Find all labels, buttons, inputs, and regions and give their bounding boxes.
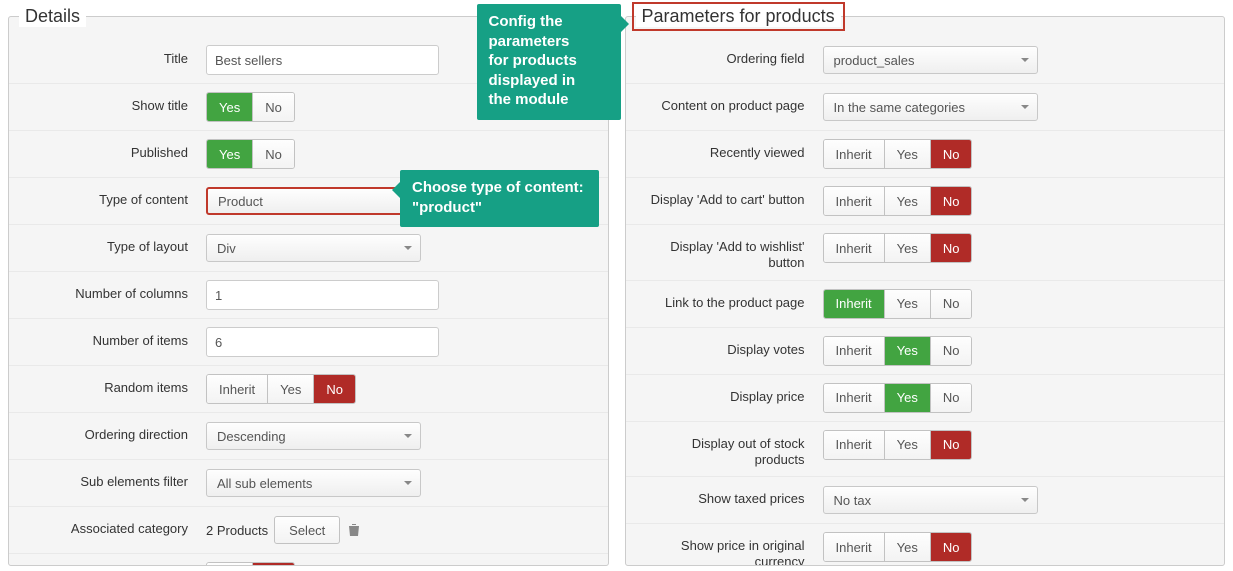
assoc-cat-label: Associated category: [23, 515, 206, 537]
oc-yes[interactable]: Yes: [884, 533, 930, 561]
lp-yes[interactable]: Yes: [884, 290, 930, 318]
dp-no[interactable]: No: [930, 384, 972, 412]
show-title-label: Show title: [23, 92, 206, 114]
ordering-dir-value: Descending: [217, 429, 286, 444]
published-label: Published: [23, 139, 206, 161]
link-product-toggle[interactable]: Inherit Yes No: [823, 289, 973, 319]
rv-no[interactable]: No: [930, 140, 972, 168]
num-columns-label: Number of columns: [23, 280, 206, 302]
random-inherit[interactable]: Inherit: [207, 375, 267, 403]
details-column: Details Title Show title Yes No: [0, 0, 617, 571]
dv-no[interactable]: No: [930, 337, 972, 365]
type-layout-label: Type of layout: [23, 233, 206, 255]
atw-no[interactable]: No: [930, 234, 972, 262]
display-votes-toggle[interactable]: Inherit Yes No: [823, 336, 973, 366]
atw-yes[interactable]: Yes: [884, 234, 930, 262]
oos-no[interactable]: No: [930, 431, 972, 459]
content-page-label: Content on product page: [640, 92, 823, 114]
published-no[interactable]: No: [252, 140, 294, 168]
oos-yes[interactable]: Yes: [884, 431, 930, 459]
lp-inherit[interactable]: Inherit: [824, 290, 884, 318]
published-yes[interactable]: Yes: [207, 140, 252, 168]
sync-toggle[interactable]: Yes No: [206, 562, 295, 566]
link-product-label: Link to the product page: [640, 289, 823, 311]
atc-yes[interactable]: Yes: [884, 187, 930, 215]
dp-yes[interactable]: Yes: [884, 384, 930, 412]
dv-inherit[interactable]: Inherit: [824, 337, 884, 365]
atw-inherit[interactable]: Inherit: [824, 234, 884, 262]
out-of-stock-toggle[interactable]: Inherit Yes No: [823, 430, 973, 460]
show-title-no[interactable]: No: [252, 93, 294, 121]
show-title-toggle[interactable]: Yes No: [206, 92, 295, 122]
add-to-cart-label: Display 'Add to cart' button: [640, 186, 823, 208]
sync-yes[interactable]: Yes: [207, 563, 252, 566]
sync-no[interactable]: No: [252, 563, 294, 566]
random-yes[interactable]: Yes: [267, 375, 313, 403]
type-layout-select[interactable]: Div: [206, 234, 421, 262]
ordering-dir-label: Ordering direction: [23, 421, 206, 443]
sub-filter-label: Sub elements filter: [23, 468, 206, 490]
title-label: Title: [23, 45, 206, 67]
oc-no[interactable]: No: [930, 533, 972, 561]
add-to-wishlist-toggle[interactable]: Inherit Yes No: [823, 233, 973, 263]
rv-yes[interactable]: Yes: [884, 140, 930, 168]
num-columns-input[interactable]: [206, 280, 439, 310]
type-layout-value: Div: [217, 241, 236, 256]
assoc-cat-select-button[interactable]: Select: [274, 516, 340, 544]
params-fieldset: Parameters for products Ordering field p…: [625, 6, 1226, 566]
type-content-label: Type of content: [23, 186, 206, 208]
atc-no[interactable]: No: [930, 187, 972, 215]
ordering-field-value: product_sales: [834, 53, 915, 68]
callout-params: Config the parameters for products displ…: [477, 4, 621, 120]
add-to-cart-toggle[interactable]: Inherit Yes No: [823, 186, 973, 216]
out-of-stock-label: Display out of stock products: [640, 430, 823, 469]
content-page-value: In the same categories: [834, 100, 966, 115]
display-price-label: Display price: [640, 383, 823, 405]
title-input[interactable]: [206, 45, 439, 75]
taxed-prices-label: Show taxed prices: [640, 485, 823, 507]
rv-inherit[interactable]: Inherit: [824, 140, 884, 168]
orig-currency-toggle[interactable]: Inherit Yes No: [823, 532, 973, 562]
oc-inherit[interactable]: Inherit: [824, 533, 884, 561]
random-items-toggle[interactable]: Inherit Yes No: [206, 374, 356, 404]
num-items-label: Number of items: [23, 327, 206, 349]
sub-filter-value: All sub elements: [217, 476, 312, 491]
dp-inherit[interactable]: Inherit: [824, 384, 884, 412]
add-to-wishlist-label: Display 'Add to wishlist' button: [640, 233, 823, 272]
taxed-prices-select[interactable]: No tax: [823, 486, 1038, 514]
random-items-label: Random items: [23, 374, 206, 396]
num-items-input[interactable]: [206, 327, 439, 357]
recently-viewed-label: Recently viewed: [640, 139, 823, 161]
ordering-field-label: Ordering field: [640, 45, 823, 67]
dv-yes[interactable]: Yes: [884, 337, 930, 365]
published-toggle[interactable]: Yes No: [206, 139, 295, 169]
random-no[interactable]: No: [313, 375, 355, 403]
params-legend: Parameters for products: [636, 6, 841, 27]
ordering-field-select[interactable]: product_sales: [823, 46, 1038, 74]
sync-label: Synchronize with currently displayed ite…: [23, 562, 206, 566]
type-content-value: Product: [218, 194, 263, 209]
orig-currency-label: Show price in original currency: [640, 532, 823, 566]
trash-icon[interactable]: [346, 521, 362, 539]
recently-viewed-toggle[interactable]: Inherit Yes No: [823, 139, 973, 169]
callout-type-content: Choose type of content: "product": [400, 170, 599, 227]
atc-inherit[interactable]: Inherit: [824, 187, 884, 215]
content-page-select[interactable]: In the same categories: [823, 93, 1038, 121]
ordering-dir-select[interactable]: Descending: [206, 422, 421, 450]
params-column: Parameters for products Ordering field p…: [617, 0, 1233, 571]
sub-filter-select[interactable]: All sub elements: [206, 469, 421, 497]
taxed-prices-value: No tax: [834, 493, 872, 508]
display-price-toggle[interactable]: Inherit Yes No: [823, 383, 973, 413]
oos-inherit[interactable]: Inherit: [824, 431, 884, 459]
show-title-yes[interactable]: Yes: [207, 93, 252, 121]
details-legend: Details: [19, 6, 86, 27]
display-votes-label: Display votes: [640, 336, 823, 358]
assoc-cat-text: 2 Products: [206, 523, 268, 538]
lp-no[interactable]: No: [930, 290, 972, 318]
